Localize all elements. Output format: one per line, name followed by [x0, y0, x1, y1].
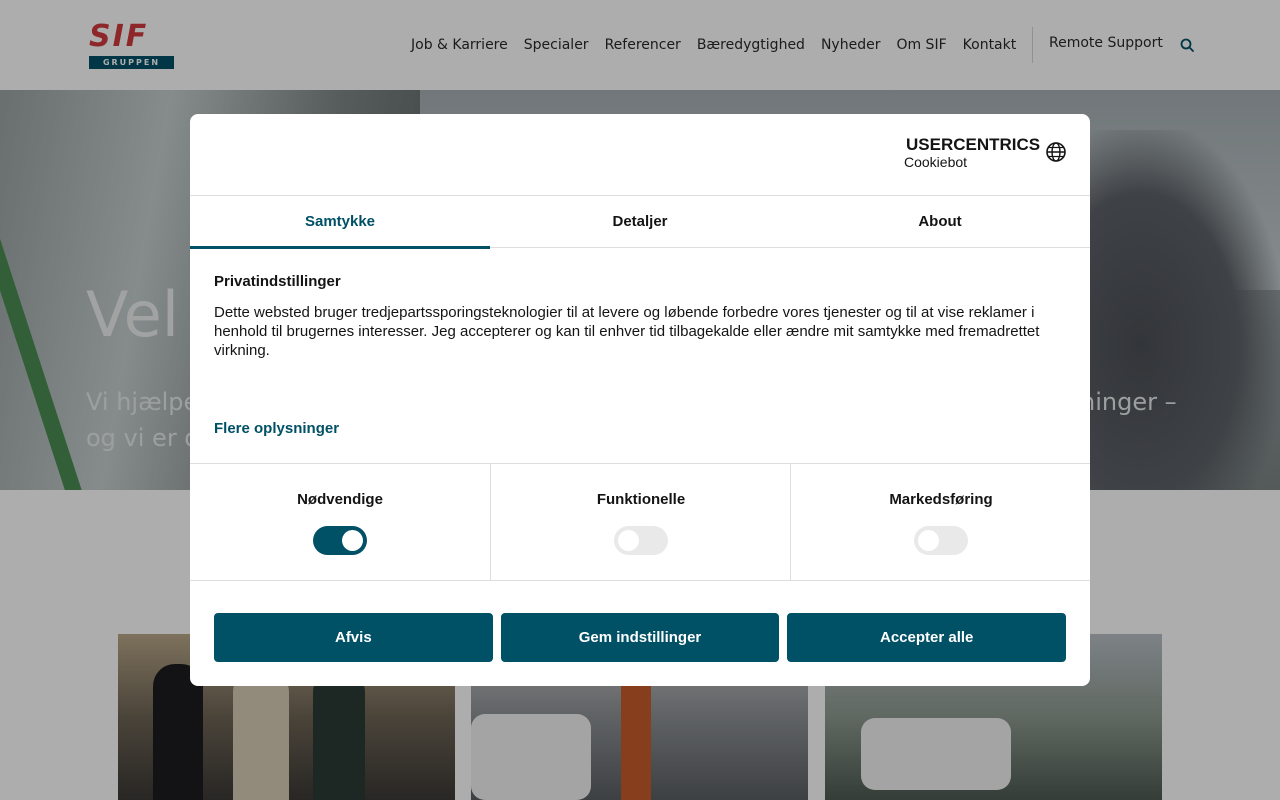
cookie-consent-dialog: USERCENTRICS Cookiebot Samtykke Detaljer… [190, 114, 1090, 686]
toggle-necessary[interactable] [313, 526, 367, 555]
category-functional: Funktionelle [490, 464, 790, 580]
consent-description: Dette websted bruger tredjepartssporings… [214, 304, 1040, 359]
dialog-header: USERCENTRICS Cookiebot [190, 114, 1090, 196]
consent-actions: Afvis Gem indstillinger Accepter alle [214, 613, 1067, 662]
consent-categories: Nødvendige Funktionelle Markedsføring [190, 463, 1090, 581]
category-necessary: Nødvendige [190, 464, 490, 580]
reject-button[interactable]: Afvis [214, 613, 493, 662]
tab-samtykke[interactable]: Samtykke [190, 196, 490, 249]
toggle-functional[interactable] [614, 526, 668, 555]
category-label: Nødvendige [297, 491, 383, 508]
cookiebot-logo[interactable]: USERCENTRICS Cookiebot [904, 136, 1040, 172]
globe-icon[interactable] [1045, 141, 1067, 163]
accept-all-button[interactable]: Accepter alle [787, 613, 1067, 662]
privacy-settings-title: Privatindstillinger [214, 273, 341, 290]
tab-detaljer[interactable]: Detaljer [490, 196, 790, 248]
toggle-marketing[interactable] [914, 526, 968, 555]
brand-subtitle: Cookiebot [904, 154, 968, 170]
tab-about[interactable]: About [790, 196, 1090, 248]
category-label: Funktionelle [596, 491, 686, 508]
category-label: Markedsføring [889, 491, 993, 508]
brand-wordmark: USERCENTRICS [906, 135, 1041, 154]
category-marketing: Markedsføring [790, 464, 1090, 580]
save-settings-button[interactable]: Gem indstillinger [500, 613, 780, 662]
consent-tabs: Samtykke Detaljer About [190, 196, 1090, 249]
more-info-link[interactable]: Flere oplysninger [214, 420, 339, 437]
